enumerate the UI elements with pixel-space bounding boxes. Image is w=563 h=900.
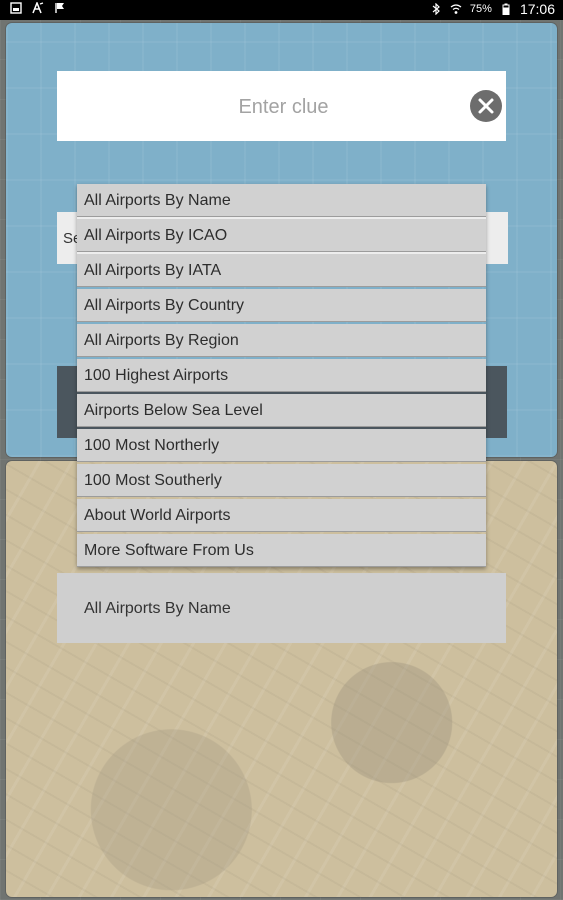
dropdown-item-all-airports-by-name[interactable]: All Airports By Name <box>77 184 486 217</box>
status-bar: 75% 17:06 <box>0 0 563 20</box>
flag-icon <box>55 3 64 13</box>
dropdown-item-about-world-airports[interactable]: About World Airports <box>77 499 486 532</box>
clock: 17:06 <box>519 1 555 17</box>
dropdown-item-all-airports-by-iata[interactable]: All Airports By IATA <box>77 254 486 287</box>
dropdown-item-all-airports-by-icao[interactable]: All Airports By ICAO <box>77 219 486 252</box>
font-icon <box>32 2 44 14</box>
clue-field[interactable] <box>57 71 510 143</box>
battery-percent: 75% <box>469 3 492 15</box>
dropdown-item-100-most-southerly[interactable]: 100 Most Southerly <box>77 464 486 497</box>
dropdown-item-100-most-northerly[interactable]: 100 Most Northerly <box>77 429 486 462</box>
dropdown-item-airports-below-sea-level[interactable]: Airports Below Sea Level <box>77 394 486 427</box>
battery-icon <box>502 3 510 15</box>
clue-input[interactable] <box>57 71 510 143</box>
dropdown-item-all-airports-by-region[interactable]: All Airports By Region <box>77 324 486 357</box>
dropdown-item-more-software-from-us[interactable]: More Software From Us <box>77 534 486 567</box>
dropdown-item-100-highest-airports[interactable]: 100 Highest Airports <box>77 359 486 392</box>
category-selected-label: All Airports By Name <box>84 600 231 617</box>
clear-clue-button[interactable] <box>470 90 502 122</box>
close-icon <box>478 98 494 114</box>
wifi-icon <box>450 4 462 14</box>
bluetooth-icon <box>432 3 440 15</box>
dropdown-item-all-airports-by-country[interactable]: All Airports By Country <box>77 289 486 322</box>
category-selector[interactable]: All Airports By Name <box>57 573 506 643</box>
category-dropdown: All Airports By Name All Airports By ICA… <box>77 184 486 567</box>
search-field-text: Se <box>63 230 77 247</box>
gallery-icon <box>10 2 22 14</box>
